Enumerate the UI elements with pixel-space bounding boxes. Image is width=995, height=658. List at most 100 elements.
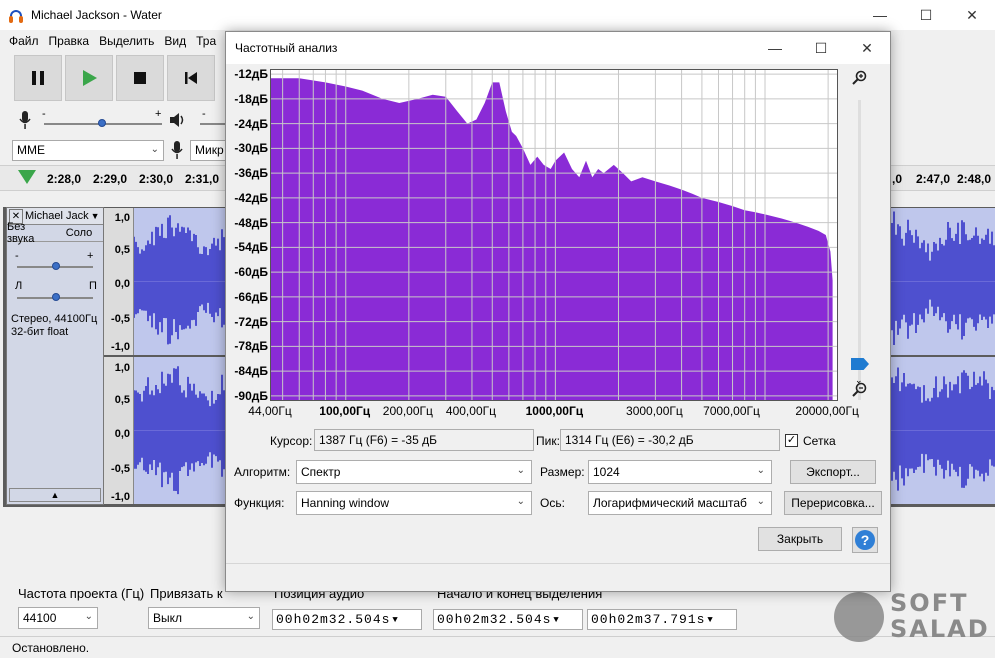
pause-button[interactable]	[14, 55, 62, 101]
spectrum-plot[interactable]	[270, 69, 838, 401]
close-button[interactable]: Закрыть	[758, 527, 842, 551]
grid-label: Сетка	[803, 434, 836, 448]
host-select[interactable]: MME ⌄	[12, 139, 164, 161]
skip-start-button[interactable]	[167, 55, 215, 101]
axis-select[interactable]: Логарифмический масштаб ⌄	[588, 491, 772, 515]
cursor-label: Курсор:	[270, 434, 313, 448]
triangle-up-icon: ▲	[50, 490, 60, 500]
function-label: Функция:	[234, 496, 285, 510]
skip-start-icon	[185, 72, 197, 84]
timeline-tick: 2:48,0	[957, 172, 992, 186]
menu-file[interactable]: Файл	[4, 34, 44, 48]
snap-label: Привязать к	[150, 586, 223, 601]
chevron-down-icon: ⌄	[516, 465, 525, 476]
zoom-slider-thumb[interactable]	[851, 358, 869, 370]
amplitude-scale-right: 1,0 0,5 0,0 -0,5 -1,0	[104, 357, 134, 504]
mute-button[interactable]: Без звука	[7, 221, 55, 245]
slider-min-icon: -	[202, 108, 206, 120]
pan-thumb[interactable]	[52, 293, 60, 301]
watermark-line: SALAD	[890, 615, 990, 643]
cursor-value: 1387 Гц (F6) = -35 дБ	[319, 433, 437, 447]
peak-readout: 1314 Гц (E6) = -30,2 дБ	[560, 429, 780, 451]
play-head-icon[interactable]	[18, 170, 36, 184]
chevron-down-icon[interactable]: ▼	[707, 615, 713, 625]
selection-end-field[interactable]: 00h02m37.791s ▼	[587, 609, 737, 630]
pan-right-label: П	[89, 280, 97, 292]
chevron-down-icon[interactable]: ▼	[553, 615, 559, 625]
scale-label: 0,5	[114, 244, 130, 256]
x-tick-label: 3000,00Гц	[626, 404, 683, 418]
algorithm-select[interactable]: Спектр ⌄	[296, 460, 532, 484]
y-tick-label: -90дБ	[234, 388, 268, 403]
export-button[interactable]: Экспорт...	[790, 460, 876, 484]
zoom-in-icon[interactable]	[851, 70, 867, 86]
scale-label: 0,0	[114, 278, 130, 290]
scale-label: -0,5	[111, 463, 130, 475]
mic-device-value: Микр	[195, 143, 224, 157]
mic-device-select[interactable]: Микр	[190, 139, 230, 161]
amplitude-scale-left: 1,0 0,5 0,0 -0,5 -1,0	[104, 208, 134, 355]
size-select[interactable]: 1024 ⌄	[588, 460, 772, 484]
project-rate-label: Частота проекта (Гц)	[18, 586, 145, 601]
y-tick-label: -60дБ	[234, 265, 268, 280]
menu-edit[interactable]: Правка	[44, 34, 95, 48]
dialog-status-bar	[226, 563, 890, 591]
gain-thumb[interactable]	[52, 262, 60, 270]
play-button[interactable]	[65, 55, 113, 101]
minimize-icon[interactable]: —	[752, 32, 798, 64]
zoom-out-icon[interactable]	[851, 382, 867, 398]
menu-select[interactable]: Выделить	[94, 34, 159, 48]
audio-position-field[interactable]: 00h02m32.504s ▼	[272, 609, 422, 630]
minimize-icon[interactable]: —	[857, 0, 903, 30]
close-icon[interactable]: ✕	[844, 32, 890, 64]
timeline-tick: 2:47,0	[916, 172, 951, 186]
scale-label: 1,0	[114, 362, 130, 374]
dialog-title-bar: Частотный анализ — ☐ ✕	[226, 32, 890, 64]
status-text: Остановлено.	[12, 640, 90, 655]
cursor-readout: 1387 Гц (F6) = -35 дБ	[314, 429, 534, 451]
stop-button[interactable]	[116, 55, 164, 101]
volume-sliders: - + -	[14, 108, 234, 134]
scale-label: 0,5	[114, 394, 130, 406]
track-format-line: 32-бит float	[11, 326, 69, 338]
selection-start-field[interactable]: 00h02m32.504s ▼	[433, 609, 583, 630]
chevron-down-icon: ⌄	[84, 611, 93, 622]
help-button[interactable]: ?	[852, 527, 878, 553]
help-icon: ?	[855, 530, 875, 550]
timeline-tick: 2:30,0	[139, 172, 174, 186]
chevron-down-icon: ⌄	[150, 143, 159, 155]
snap-select[interactable]: Выкл ⌄	[148, 607, 260, 629]
vertical-zoom-scroll: ⌄	[841, 70, 871, 402]
audio-position-value: 00h02m32.504s	[276, 612, 391, 627]
grid-checkbox[interactable]: ✓	[785, 434, 798, 447]
audacity-logo-icon	[8, 7, 24, 23]
maximize-icon[interactable]: ☐	[798, 32, 844, 64]
chevron-down-icon[interactable]: ▼	[392, 615, 398, 625]
solo-button[interactable]: Соло	[55, 225, 103, 241]
axis-label: Ось:	[540, 496, 565, 510]
menu-view[interactable]: Вид	[159, 34, 191, 48]
y-tick-label: -18дБ	[234, 91, 268, 106]
chevron-down-icon: ⌄	[756, 496, 765, 507]
stop-icon	[134, 72, 146, 84]
replot-button[interactable]: Перерисовка...	[784, 491, 882, 515]
zoom-slider-track[interactable]	[858, 100, 861, 400]
maximize-icon[interactable]: ☐	[903, 0, 949, 30]
transport-toolbar	[14, 55, 215, 103]
scale-label: -1,0	[111, 341, 130, 353]
menu-transport[interactable]: Тра	[191, 34, 221, 48]
record-volume-thumb[interactable]	[98, 119, 106, 127]
algorithm-label: Алгоритм:	[234, 465, 291, 479]
project-rate-select[interactable]: 44100 ⌄	[18, 607, 98, 629]
window-title: Michael Jackson - Water	[31, 8, 162, 22]
chevron-down-icon: ⌄	[756, 465, 765, 476]
collapse-track-button[interactable]: ▲	[9, 488, 101, 502]
chevron-down-icon[interactable]: ▼	[91, 211, 100, 221]
x-tick-label: 1000,00Гц	[525, 404, 584, 418]
snap-value: Выкл	[153, 611, 183, 625]
watermark-logo-icon	[834, 592, 884, 642]
window-function-select[interactable]: Hanning window ⌄	[296, 491, 532, 515]
chevron-down-icon: ⌄	[516, 496, 525, 507]
microphone-icon	[19, 111, 31, 129]
close-icon[interactable]: ✕	[949, 0, 995, 30]
